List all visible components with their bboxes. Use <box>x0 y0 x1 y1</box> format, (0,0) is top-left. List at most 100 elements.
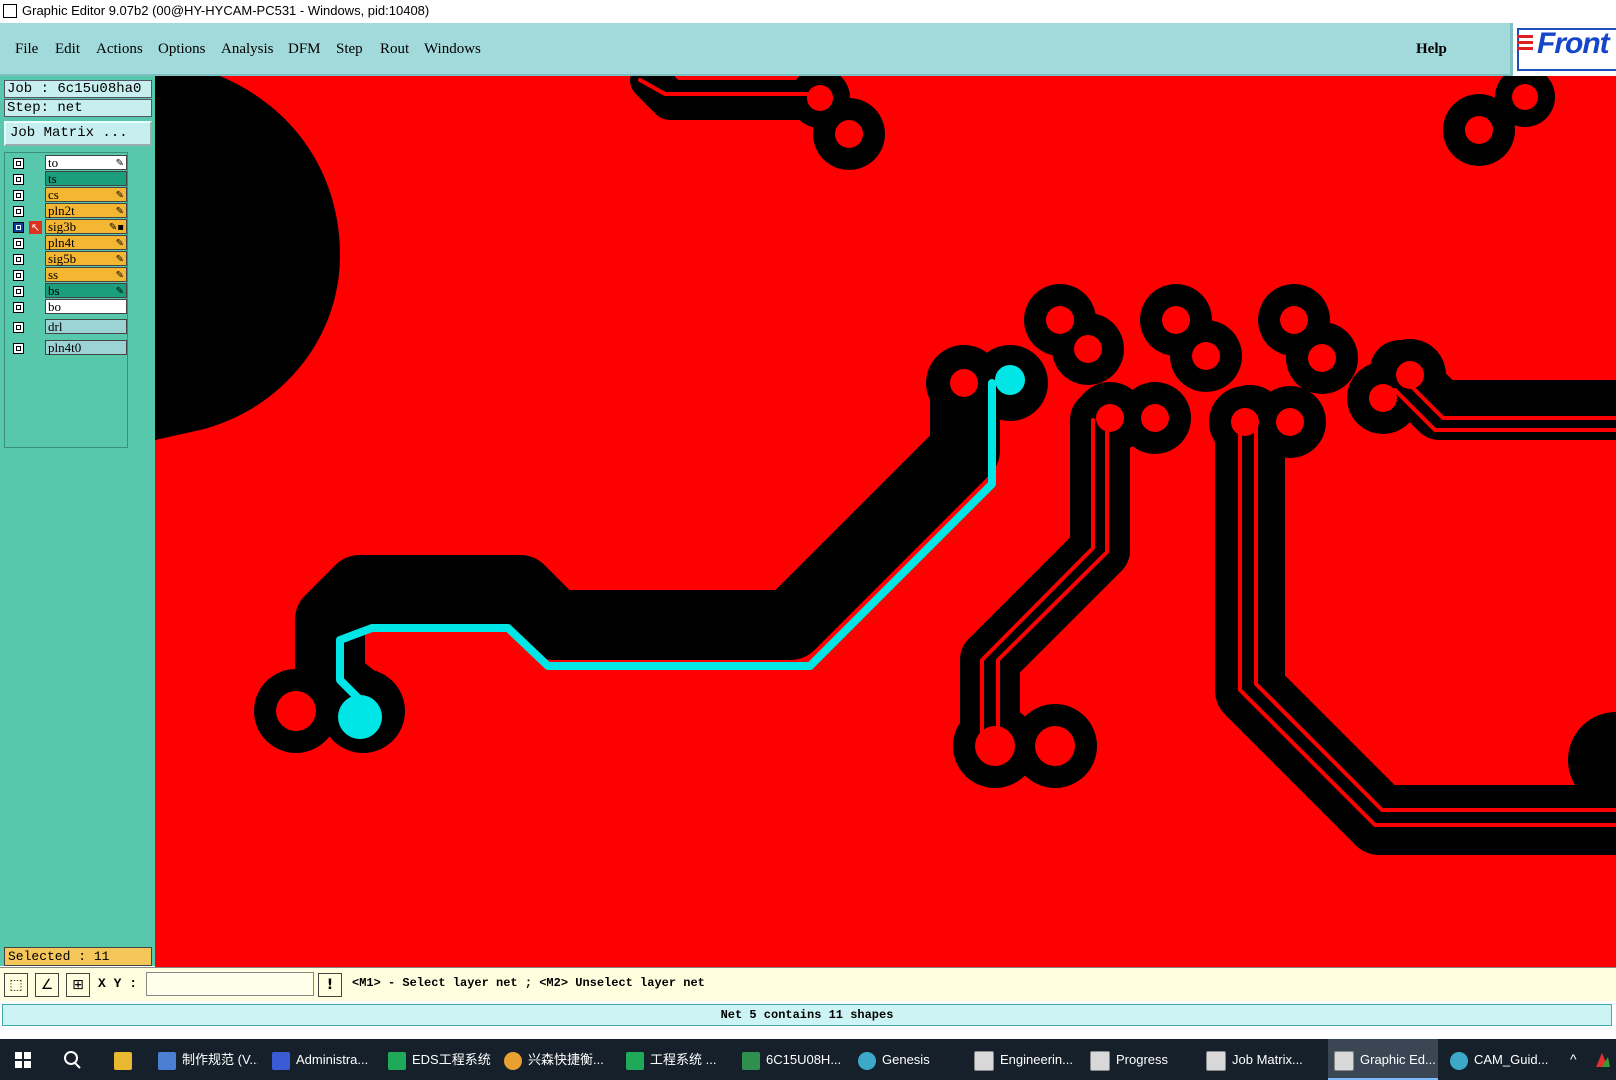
menu-file[interactable]: File <box>15 41 38 58</box>
taskbar-item-label: 制作规范 (V... <box>182 1052 258 1067</box>
layer-row-cs[interactable]: cs ✎ <box>9 187 129 203</box>
xy-label: X Y : <box>98 976 138 991</box>
layer-name[interactable]: drl <box>45 319 127 334</box>
taskbar-item[interactable]: Genesis <box>858 1039 962 1080</box>
edit-flag-icon: ✎ <box>115 158 124 169</box>
taskbar-item[interactable]: 6C15U08H... <box>742 1039 846 1080</box>
job-matrix-button[interactable]: Job Matrix ... <box>4 121 152 146</box>
taskbar-item[interactable]: Administra... <box>272 1039 376 1080</box>
menu-bar: File Edit Actions Options Analysis DFM S… <box>0 23 1510 76</box>
status-row: Net 5 contains 11 shapes <box>0 1001 1616 1029</box>
layer-name[interactable]: sig5b ✎ <box>45 251 127 266</box>
menu-help[interactable]: Help <box>1416 41 1447 58</box>
layer-checkbox[interactable] <box>13 222 24 233</box>
layer-row-bs[interactable]: bs ✎ <box>9 283 129 299</box>
menu-windows[interactable]: Windows <box>424 41 481 58</box>
menu-step[interactable]: Step <box>336 41 363 58</box>
taskbar-item-active[interactable]: Graphic Ed... <box>1328 1039 1438 1080</box>
layer-row-ss[interactable]: ss ✎ <box>9 267 129 283</box>
menu-dfm[interactable]: DFM <box>288 41 321 58</box>
edit-flag-icon: ✎▪ <box>108 222 124 233</box>
layer-row-pln4t[interactable]: pln4t ✎ <box>9 235 129 251</box>
selected-count: Selected : 11 <box>4 947 152 966</box>
graphic-canvas[interactable] <box>155 76 1616 967</box>
pcb-layer-view[interactable] <box>155 76 1616 967</box>
layer-checkbox[interactable] <box>13 254 24 265</box>
layer-label: pln4t <box>48 235 75 250</box>
layer-checkbox[interactable] <box>13 322 24 333</box>
windows-logo-icon <box>15 1052 31 1068</box>
edit-flag-icon: ✎ <box>115 286 124 297</box>
layer-name[interactable]: pln2t ✎ <box>45 203 127 218</box>
document-icon <box>158 1051 176 1070</box>
measure-icon[interactable]: ∠ <box>35 973 59 997</box>
tray-expand-icon[interactable]: ^ <box>1570 1039 1586 1080</box>
layer-checkbox[interactable] <box>13 174 24 185</box>
layer-label: bs <box>48 283 60 298</box>
layer-checkbox[interactable] <box>13 238 24 249</box>
layer-row-pln4t0[interactable]: pln4t0 <box>9 340 129 356</box>
layer-name[interactable]: bo <box>45 299 127 314</box>
taskbar-item-label: Progress <box>1116 1052 1169 1067</box>
app-icon <box>974 1050 994 1071</box>
layer-name[interactable]: to ✎ <box>45 155 127 170</box>
layer-checkbox[interactable] <box>13 302 24 313</box>
layer-name[interactable]: ts <box>45 171 127 186</box>
layer-checkbox[interactable] <box>13 190 24 201</box>
taskbar-item[interactable]: Progress <box>1090 1039 1194 1080</box>
taskbar-item[interactable]: Job Matrix... <box>1206 1039 1316 1080</box>
layer-name[interactable]: ss ✎ <box>45 267 127 282</box>
taskbar-item[interactable]: EDS工程系统 <box>388 1039 492 1080</box>
layer-row-ts[interactable]: ts <box>9 171 129 187</box>
app-icon <box>388 1051 406 1070</box>
windows-taskbar: 制作规范 (V... Administra... EDS工程系统 兴森快捷衡..… <box>0 1039 1616 1080</box>
layer-row-sig5b[interactable]: sig5b ✎ <box>9 251 129 267</box>
layer-row-drl[interactable]: drl <box>9 319 129 335</box>
layer-name[interactable]: bs ✎ <box>45 283 127 298</box>
layer-checkbox[interactable] <box>13 270 24 281</box>
layer-name[interactable]: pln4t0 <box>45 340 127 355</box>
taskbar-item[interactable]: 制作规范 (V... <box>158 1039 258 1080</box>
menu-actions[interactable]: Actions <box>96 41 143 58</box>
work-layer-arrow-icon: ↖ <box>29 221 42 234</box>
tray-app-icon[interactable] <box>1594 1039 1612 1080</box>
layer-name[interactable]: pln4t ✎ <box>45 235 127 250</box>
info-icon[interactable]: ! <box>318 973 342 997</box>
xy-input[interactable] <box>146 972 314 996</box>
taskbar-item-label: 工程系统 ... <box>650 1052 717 1067</box>
layer-checkbox[interactable] <box>13 158 24 169</box>
zoom-area-icon[interactable]: ⬚ <box>4 973 28 997</box>
menu-edit[interactable]: Edit <box>55 41 80 58</box>
layer-checkbox[interactable] <box>13 343 24 354</box>
search-button[interactable] <box>62 1039 84 1080</box>
taskbar-item-label: EDS工程系统 <box>412 1052 491 1067</box>
layer-checkbox[interactable] <box>13 206 24 217</box>
layer-label: bo <box>48 299 61 314</box>
taskbar-item[interactable]: 兴森快捷衡... <box>504 1039 614 1080</box>
taskbar-item-label: Administra... <box>296 1052 369 1067</box>
layer-name[interactable]: sig3b ✎▪ <box>45 219 127 234</box>
layer-label: drl <box>48 319 63 334</box>
taskbar-item[interactable]: CAM_Guid... <box>1450 1039 1554 1080</box>
spreadsheet-icon <box>742 1051 760 1070</box>
menu-rout[interactable]: Rout <box>380 41 409 58</box>
menu-analysis[interactable]: Analysis <box>221 41 274 58</box>
taskbar-item[interactable]: Engineerin... <box>974 1039 1078 1080</box>
app-icon <box>504 1051 522 1070</box>
taskbar-item-label: Graphic Ed... <box>1360 1052 1436 1067</box>
taskbar-item[interactable]: 工程系统 ... <box>626 1039 730 1080</box>
snap-grid-icon[interactable]: ⊞ <box>66 973 90 997</box>
layer-name[interactable]: cs ✎ <box>45 187 127 202</box>
layer-row-sig3b[interactable]: ↖ sig3b ✎▪ <box>9 219 129 235</box>
folder-icon <box>114 1051 132 1070</box>
status-message: Net 5 contains 11 shapes <box>2 1004 1612 1026</box>
start-button[interactable] <box>14 1039 34 1080</box>
layer-checkbox[interactable] <box>13 286 24 297</box>
menu-options[interactable]: Options <box>158 41 206 58</box>
taskbar-item-label: Genesis <box>882 1052 930 1067</box>
layer-row-bo[interactable]: bo <box>9 299 129 315</box>
layer-row-to[interactable]: to ✎ <box>9 155 129 171</box>
file-explorer-button[interactable] <box>114 1039 138 1080</box>
layer-row-pln2t[interactable]: pln2t ✎ <box>9 203 129 219</box>
mouse-hint: <M1> - Select layer net ; <M2> Unselect … <box>352 976 705 990</box>
